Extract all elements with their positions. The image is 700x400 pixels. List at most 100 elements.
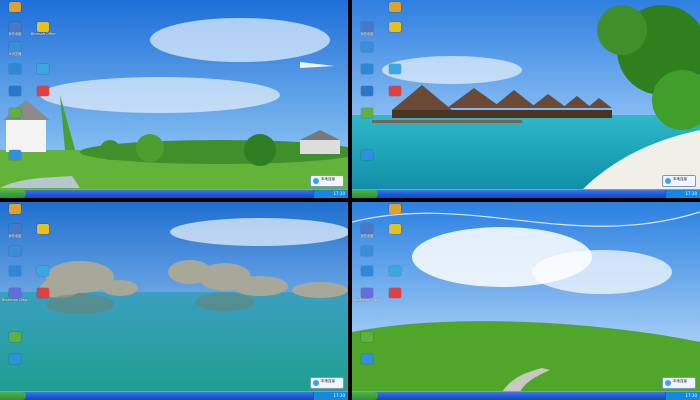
tool-icon [361,150,373,160]
desktop-icon-my-computer[interactable]: 我的电脑 [354,22,380,44]
desktop-icon-my-computer[interactable]: 我的电脑 [2,224,28,246]
desktop-icon-qq[interactable] [382,2,408,24]
network-icon [9,266,21,276]
ie-icon [361,246,373,256]
desktop-screen-4: 我的电脑 Broadcom Diagnostics 本地连接 17:30 [352,202,700,400]
network-icon [665,178,671,184]
system-tray[interactable]: 17:30 [665,392,700,400]
tool-icon [9,150,21,160]
desktop-icons-3: 我的电脑 Broadcom Diagnostics [2,204,62,384]
desktop-icon-office[interactable]: Microsoft Office [30,22,56,44]
tool-icon [9,354,21,364]
desktop-icon-network[interactable] [2,64,28,86]
tray-notification[interactable]: 本地连接 [662,377,696,389]
desktop-icon-tool[interactable] [354,150,380,172]
folder-icon [37,22,49,32]
network-icon [361,64,373,74]
desktop-icon-network[interactable] [354,64,380,86]
network-icon [9,64,21,74]
desktop-icon-network[interactable] [354,266,380,288]
computer-icon [361,224,373,234]
desktop-icon-app[interactable] [30,288,56,310]
start-button[interactable] [0,392,26,400]
recycle-icon [361,108,373,118]
desktop-icon-recycle[interactable] [354,108,380,130]
desktop-icon-my-computer[interactable]: 我的电脑 [2,22,28,44]
desktop-icon-app[interactable] [382,86,408,108]
desktop-grid: 我的电脑 Microsoft Office IE浏览器 本地连接 17:30 我… [0,0,700,400]
qq-icon [9,2,21,12]
app-icon [389,86,401,96]
desktop-icon-media[interactable] [30,64,56,86]
app-icon [389,288,401,298]
taskbar: 17:30 [352,391,700,400]
ie-icon [9,246,21,256]
desktop-icon-app[interactable] [382,288,408,310]
ie-icon [361,42,373,52]
desktop-icon-recycle[interactable] [2,332,28,354]
app-icon [37,288,49,298]
desktop-icon-app[interactable] [30,86,56,108]
system-tray[interactable]: 17:30 [665,190,700,198]
desktop-icon-tool[interactable] [2,150,28,172]
desktop-icon-office[interactable] [382,224,408,246]
folder-icon [37,224,49,234]
qq-icon [389,204,401,214]
media-icon [389,266,401,276]
folder-icon [389,22,401,32]
app-icon [37,86,49,96]
computer-icon [9,22,21,32]
desktop-icons-1: 我的电脑 Microsoft Office IE浏览器 [2,2,62,182]
start-button[interactable] [352,190,378,198]
desktop-icon-broadcom[interactable]: Broadcom Diagnostics [2,288,28,310]
desktop-icon-office[interactable] [382,22,408,44]
desktop-icon-ie[interactable] [2,246,28,268]
desktop-icon-browser[interactable] [2,86,28,108]
browser-icon [361,86,373,96]
desktop-icon-qq[interactable] [2,2,28,24]
clock: 17:30 [333,191,345,196]
desktop-screen-1: 我的电脑 Microsoft Office IE浏览器 本地连接 17:30 [0,0,348,198]
system-tray[interactable]: 17:30 [313,392,348,400]
desktop-icon-office[interactable] [30,224,56,246]
desktop-icon-ie[interactable]: IE浏览器 [2,42,28,64]
system-tray[interactable]: 17:30 [313,190,348,198]
desktop-icon-broadcom[interactable]: Broadcom Diagnostics [354,288,380,310]
media-icon [37,64,49,74]
desktop-icon-my-computer[interactable]: 我的电脑 [354,224,380,246]
desktop-icon-tool[interactable] [354,354,380,376]
tray-notification[interactable]: 本地连接 [310,175,344,187]
computer-icon [361,22,373,32]
desktop-icon-recycle[interactable] [354,332,380,354]
desktop-icon-ie[interactable] [354,42,380,64]
app-icon [361,288,373,298]
taskbar: 17:30 [0,391,348,400]
desktop-icon-recycle[interactable] [2,108,28,130]
start-button[interactable] [352,392,378,400]
media-icon [389,64,401,74]
desktop-icons-4: 我的电脑 Broadcom Diagnostics [354,204,414,384]
desktop-icons-2: 我的电脑 [354,2,414,182]
desktop-icon-network[interactable] [2,266,28,288]
desktop-icon-qq[interactable] [2,204,28,226]
desktop-icon-media[interactable] [382,64,408,86]
computer-icon [9,224,21,234]
recycle-icon [9,108,21,118]
browser-icon [9,86,21,96]
clock: 17:30 [685,393,697,398]
tray-notification[interactable]: 本地连接 [310,377,344,389]
desktop-icon-tool[interactable] [2,354,28,376]
start-button[interactable] [0,190,26,198]
desktop-icon-browser[interactable] [354,86,380,108]
qq-icon [9,204,21,214]
desktop-icon-media[interactable] [30,266,56,288]
recycle-icon [361,332,373,342]
desktop-screen-3: 我的电脑 Broadcom Diagnostics 本地连接 17:30 [0,202,348,400]
desktop-icon-media[interactable] [382,266,408,288]
recycle-icon [9,332,21,342]
tray-notification[interactable]: 本地连接 [662,175,696,187]
desktop-icon-ie[interactable] [354,246,380,268]
ie-icon [9,42,21,52]
desktop-icon-qq[interactable] [382,204,408,226]
app-icon [9,288,21,298]
